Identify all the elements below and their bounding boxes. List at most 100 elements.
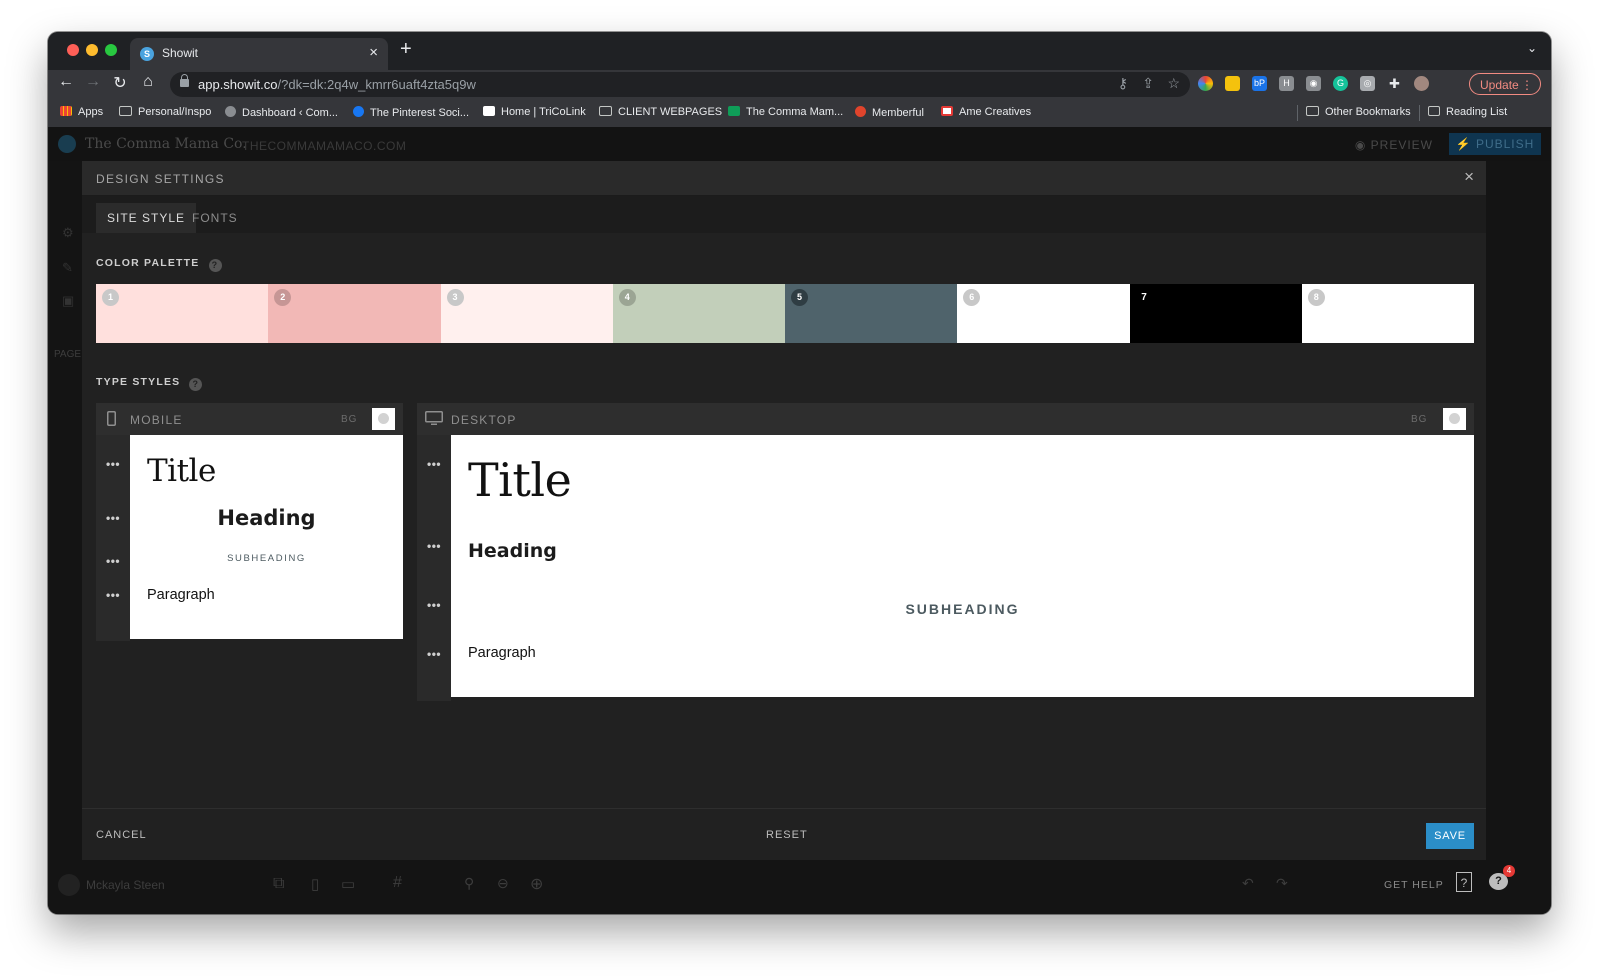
title-options-icon[interactable]: ••• xyxy=(427,457,441,471)
palette-swatch-4[interactable]: 4 xyxy=(612,284,785,343)
color-extension-icon[interactable] xyxy=(1198,76,1213,91)
mobile-view-icon[interactable]: ▯ xyxy=(311,875,319,893)
desktop-paragraph-sample[interactable]: Paragraph xyxy=(468,645,536,661)
wp-extension-icon[interactable]: bP xyxy=(1252,76,1267,91)
subheading-options-icon[interactable]: ••• xyxy=(106,554,120,568)
showit-logo-icon xyxy=(58,135,76,153)
bookmark-dashboard[interactable]: Dashboard ‹ Com... xyxy=(225,106,338,119)
bookmark-client-webpages[interactable]: CLIENT WEBPAGES xyxy=(599,106,722,118)
image-icon[interactable]: ▣ xyxy=(62,293,74,309)
browser-window: S Showit × + ⌄ ← → ↻ ⌂ app.showit.co/?dk… xyxy=(48,32,1551,914)
tricolink-icon xyxy=(483,106,495,116)
desktop-view-icon[interactable]: ▭ xyxy=(341,875,355,893)
palette-swatch-2[interactable]: 2 xyxy=(268,284,441,343)
pencil-icon[interactable]: ✎ xyxy=(62,260,73,276)
mobile-paragraph-sample[interactable]: Paragraph xyxy=(147,587,215,603)
share-icon[interactable]: ⇪ xyxy=(1142,75,1154,92)
publish-button[interactable]: ⚡ PUBLISH xyxy=(1449,133,1541,155)
tab-fonts[interactable]: FONTS xyxy=(181,203,249,233)
close-icon[interactable]: × xyxy=(369,44,378,61)
screenshot-extension-icon[interactable]: ◎ xyxy=(1360,76,1375,91)
bookmark-personal-inspo[interactable]: Personal/Inspo xyxy=(119,106,211,118)
bookmark-ame-creatives[interactable]: Ame Creatives xyxy=(941,106,1031,118)
camera-extension-icon[interactable]: ◉ xyxy=(1306,76,1321,91)
palette-swatch-7[interactable]: 7 xyxy=(1129,284,1302,343)
sticky-notes-extension-icon[interactable] xyxy=(1225,76,1240,91)
preview-button[interactable]: ◉ PREVIEW xyxy=(1355,138,1433,152)
zoom-out-icon[interactable]: ⊖ xyxy=(497,875,509,892)
maximize-window-button[interactable] xyxy=(105,44,117,56)
save-button[interactable]: SAVE xyxy=(1426,823,1474,849)
mobile-preview: Title Heading SUBHEADING Paragraph xyxy=(130,435,403,639)
app-topbar: The Comma Mama Co. THECOMMAMAMACO.COM ◉ … xyxy=(48,127,1551,161)
desktop-title-sample[interactable]: Title xyxy=(468,453,572,507)
user-avatar[interactable] xyxy=(58,874,80,896)
palette-swatch-5[interactable]: 5 xyxy=(785,284,958,343)
h-extension-icon[interactable]: H xyxy=(1279,76,1294,91)
new-tab-button[interactable]: + xyxy=(400,38,412,61)
palette-swatch-8[interactable]: 8 xyxy=(1301,284,1474,343)
address-bar[interactable]: app.showit.co/?dk=dk:2q4w_kmrr6uaft4zta5… xyxy=(170,72,1190,97)
update-button[interactable]: Update ⋮ xyxy=(1469,73,1541,95)
mobile-heading-sample[interactable]: Heading xyxy=(130,506,403,530)
back-arrow-icon[interactable]: ← xyxy=(54,73,78,91)
undo-icon[interactable]: ↶ xyxy=(1242,875,1254,892)
forward-arrow-icon[interactable]: → xyxy=(81,73,105,91)
browser-tab-active[interactable]: S Showit × xyxy=(130,38,388,70)
modal-footer: CANCEL RESET SAVE xyxy=(82,808,1486,861)
paragraph-options-icon[interactable]: ••• xyxy=(427,647,441,661)
desktop-heading-sample[interactable]: Heading xyxy=(468,540,557,562)
redo-icon[interactable]: ↷ xyxy=(1276,875,1288,892)
site-domain: THECOMMAMAMACO.COM xyxy=(242,139,407,153)
palette-swatch-6[interactable]: 6 xyxy=(957,284,1130,343)
help-docs-icon[interactable]: ? xyxy=(1456,872,1472,892)
desktop-bg-color-picker[interactable] xyxy=(1443,408,1466,430)
url-text: app.showit.co/?dk=dk:2q4w_kmrr6uaft4zta5… xyxy=(198,77,476,92)
minimize-window-button[interactable] xyxy=(86,44,98,56)
reload-icon[interactable]: ↻ xyxy=(108,73,132,93)
bookmark-tricolink[interactable]: Home | TriCoLink xyxy=(483,106,586,118)
get-help-label[interactable]: GET HELP xyxy=(1384,879,1444,891)
zoom-search-icon[interactable]: ⚲ xyxy=(464,875,474,892)
help-icon[interactable]: ? xyxy=(189,378,203,391)
help-icon[interactable]: ? xyxy=(208,259,222,272)
bookmark-apps[interactable]: Apps xyxy=(60,106,103,118)
palette-swatch-3[interactable]: 3 xyxy=(440,284,613,343)
reading-list-button[interactable]: Reading List xyxy=(1428,106,1507,118)
bookmark-memberful[interactable]: Memberful xyxy=(855,106,924,119)
subheading-options-icon[interactable]: ••• xyxy=(427,598,441,612)
star-icon[interactable]: ☆ xyxy=(1167,75,1180,92)
mobile-title-sample[interactable]: Title xyxy=(147,453,216,489)
mobile-subheading-sample[interactable]: SUBHEADING xyxy=(130,553,403,564)
title-options-icon[interactable]: ••• xyxy=(106,457,120,471)
bookmark-pinterest-society[interactable]: The Pinterest Soci... xyxy=(353,106,469,119)
reset-button[interactable]: RESET xyxy=(766,829,808,841)
zoom-in-icon[interactable]: ⊕ xyxy=(530,874,543,894)
grammarly-extension-icon[interactable]: G xyxy=(1333,76,1348,91)
palette-swatch-1[interactable]: 1 xyxy=(96,284,269,343)
swatch-number: 8 xyxy=(1307,289,1325,306)
bookmarks-separator xyxy=(1419,105,1420,121)
chevron-down-icon[interactable]: ⌄ xyxy=(1527,41,1537,55)
facebook-icon xyxy=(353,106,364,117)
heading-options-icon[interactable]: ••• xyxy=(106,511,120,525)
mobile-bg-color-picker[interactable] xyxy=(372,408,395,430)
puzzle-extensions-icon[interactable]: ✚ xyxy=(1387,76,1402,91)
bookmark-comma-mama[interactable]: The Comma Mam... xyxy=(728,106,843,118)
swatch-number: 4 xyxy=(618,289,636,306)
folder-icon xyxy=(119,106,132,116)
home-icon[interactable]: ⌂ xyxy=(136,73,160,91)
canvas-grid-icon[interactable]: # xyxy=(393,874,402,892)
close-icon[interactable]: × xyxy=(1464,167,1474,187)
gear-icon[interactable]: ⚙ xyxy=(62,225,74,241)
cancel-button[interactable]: CANCEL xyxy=(96,829,147,841)
lock-icon[interactable] xyxy=(180,74,189,87)
desktop-subheading-sample[interactable]: SUBHEADING xyxy=(451,601,1474,617)
all-views-icon[interactable]: ⧉ xyxy=(273,875,284,893)
heading-options-icon[interactable]: ••• xyxy=(427,539,441,553)
close-window-button[interactable] xyxy=(67,44,79,56)
bookmark-other-bookmarks[interactable]: Other Bookmarks xyxy=(1306,106,1411,118)
key-icon[interactable]: ⚷ xyxy=(1118,75,1128,92)
paragraph-options-icon[interactable]: ••• xyxy=(106,588,120,602)
profile-avatar[interactable] xyxy=(1414,76,1429,91)
